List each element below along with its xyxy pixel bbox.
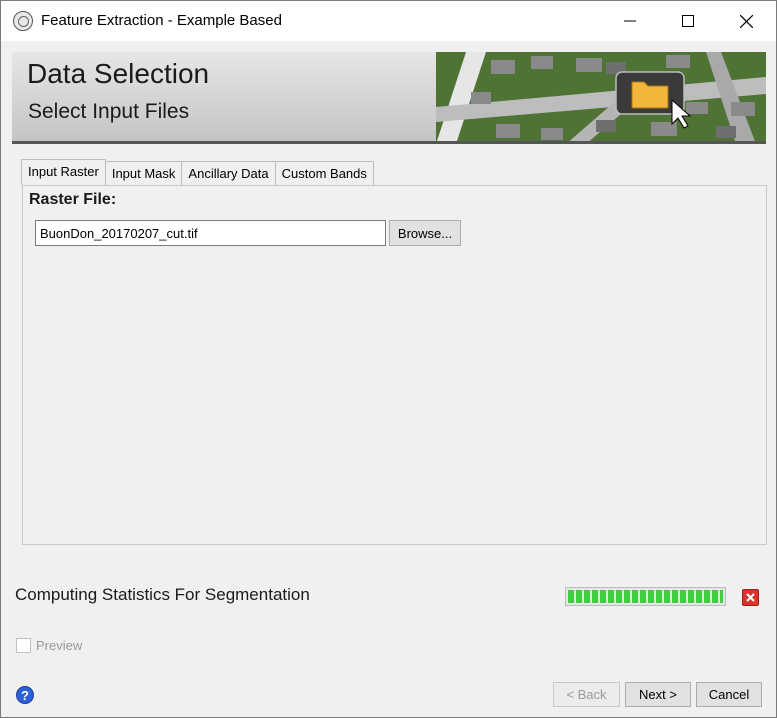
cancel-button[interactable]: Cancel [696, 682, 762, 707]
next-button[interactable]: Next > [625, 682, 691, 707]
browse-button[interactable]: Browse... [389, 220, 461, 246]
aerial-image [436, 52, 766, 141]
wizard-banner: Data Selection Select Input Files [12, 52, 766, 144]
progress-bar [565, 587, 726, 606]
raster-file-label: Raster File: [29, 191, 117, 208]
preview-checkbox[interactable] [16, 638, 31, 653]
tab-input-raster[interactable]: Input Raster [21, 159, 106, 185]
close-icon [746, 593, 755, 602]
close-icon [739, 14, 753, 28]
preview-option[interactable]: Preview [16, 638, 82, 653]
tab-ancillary-data[interactable]: Ancillary Data [181, 161, 276, 185]
maximize-button[interactable] [659, 1, 717, 41]
input-raster-panel: Raster File: Browse... [22, 185, 767, 545]
close-button[interactable] [717, 1, 775, 41]
window-title: Feature Extraction - Example Based [41, 12, 282, 29]
cancel-process-button[interactable] [742, 589, 759, 606]
raster-file-input[interactable] [35, 220, 386, 246]
tab-input-mask[interactable]: Input Mask [104, 161, 183, 185]
feature-extraction-window: Feature Extraction - Example Based Data … [0, 0, 777, 718]
app-icon [13, 11, 33, 31]
banner-subtitle: Select Input Files [28, 100, 190, 123]
banner-title: Data Selection [27, 58, 210, 89]
minimize-button[interactable] [601, 1, 659, 41]
preview-label: Preview [36, 638, 83, 653]
status-text: Computing Statistics For Segmentation [15, 585, 310, 604]
tab-custom-bands[interactable]: Custom Bands [274, 161, 374, 185]
minimize-icon [624, 20, 636, 22]
back-button[interactable]: < Back [553, 682, 620, 707]
progress-fill [568, 590, 723, 603]
help-icon[interactable]: ? [16, 686, 34, 704]
title-bar: Feature Extraction - Example Based [1, 1, 776, 41]
input-tabs: Input Raster Input Mask Ancillary Data C… [21, 159, 374, 185]
maximize-icon [682, 15, 694, 27]
